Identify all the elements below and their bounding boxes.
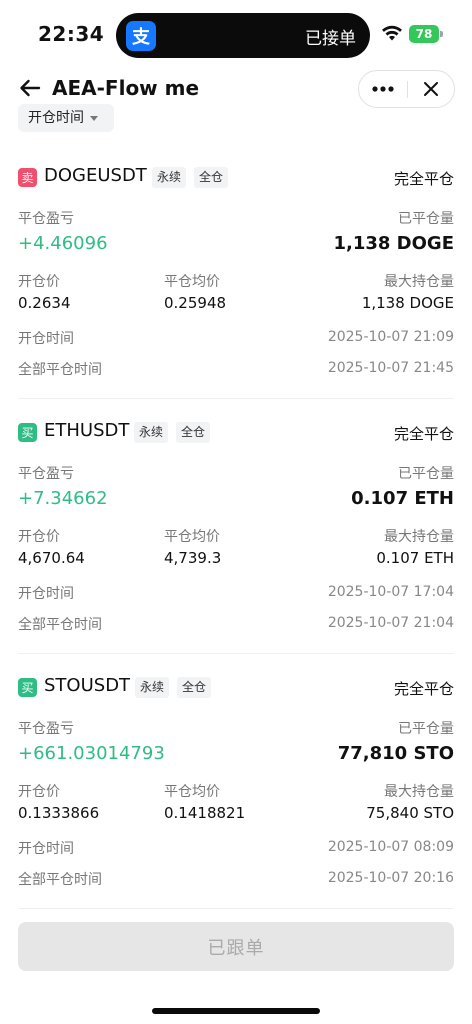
sort-filter-chip[interactable]: 开仓时间 (18, 104, 114, 132)
position-card[interactable]: 买 STOUSDT 永续 全仓 完全平仓 平仓盈亏 已平仓量 +661.0301… (18, 675, 454, 918)
wifi-icon (382, 25, 402, 41)
max-position-value: 75,840 STO (366, 804, 454, 822)
avg-close-price-label: 平仓均价 (164, 529, 220, 545)
contract-type-tag: 永续 (152, 167, 187, 188)
max-position-label: 最大持仓量 (384, 529, 454, 545)
closed-qty-label: 已平仓量 (398, 211, 454, 227)
side-badge-sell: 卖 (18, 168, 37, 187)
open-price-value: 0.2634 (18, 294, 71, 312)
position-card[interactable]: 卖 DOGEUSDT 永续 全仓 完全平仓 平仓盈亏 已平仓量 +4.46096… (18, 165, 454, 408)
closed-qty-label: 已平仓量 (398, 721, 454, 737)
open-time-value: 2025-10-07 17:04 (327, 584, 454, 600)
chevron-down-icon (90, 115, 98, 121)
status-time: 22:34 (38, 22, 105, 46)
page-title: AEA-Flow me (52, 76, 200, 100)
close-button[interactable] (408, 71, 454, 107)
back-arrow-icon[interactable] (18, 76, 42, 100)
side-badge-buy: 买 (18, 678, 37, 697)
close-icon (424, 82, 438, 96)
close-pnl-label: 平仓盈亏 (18, 466, 74, 482)
more-button[interactable] (359, 71, 407, 107)
battery-tip (440, 31, 443, 37)
closed-qty-value: 0.107 ETH (351, 488, 454, 509)
card-divider (18, 653, 454, 654)
avg-close-price-value: 0.25948 (164, 294, 227, 312)
contract-type-tag: 永续 (134, 422, 169, 443)
closed-qty-value: 1,138 DOGE (333, 233, 454, 254)
status-bar: 22:34 支 已接单 78 (0, 0, 472, 64)
followed-button[interactable]: 已跟单 (18, 922, 454, 971)
full-close-time-value: 2025-10-07 21:45 (327, 360, 454, 376)
open-price-label: 开仓价 (18, 529, 60, 545)
close-pnl-label: 平仓盈亏 (18, 721, 74, 737)
close-status: 完全平仓 (393, 170, 454, 188)
max-position-value: 1,138 DOGE (361, 294, 454, 312)
contract-type-tag: 永续 (135, 677, 170, 698)
margin-mode-tag: 全仓 (176, 422, 211, 443)
more-dots-icon (372, 86, 394, 92)
battery-indicator: 78 (409, 25, 439, 43)
alipay-icon: 支 (126, 21, 156, 51)
open-time-value: 2025-10-07 08:09 (327, 839, 454, 855)
avg-close-price-label: 平仓均价 (164, 784, 220, 800)
open-price-value: 0.1333866 (18, 804, 100, 822)
side-badge-buy: 买 (18, 423, 37, 442)
full-close-time-label: 全部平仓时间 (18, 872, 102, 888)
mini-program-capsule (358, 70, 455, 108)
full-close-time-value: 2025-10-07 21:04 (327, 615, 454, 631)
max-position-value: 0.107 ETH (376, 549, 454, 567)
symbol: STOUSDT (44, 675, 131, 696)
open-time-label: 开仓时间 (18, 841, 74, 857)
closed-qty-value: 77,810 STO (337, 743, 454, 764)
card-divider (18, 398, 454, 399)
open-time-label: 开仓时间 (18, 331, 74, 347)
full-close-time-label: 全部平仓时间 (18, 617, 102, 633)
close-pnl-value: +4.46096 (18, 233, 108, 254)
open-time-value: 2025-10-07 21:09 (327, 329, 454, 345)
open-price-value: 4,670.64 (18, 549, 85, 567)
full-close-time-label: 全部平仓时间 (18, 362, 102, 378)
close-status: 完全平仓 (393, 680, 454, 698)
closed-qty-label: 已平仓量 (398, 466, 454, 482)
avg-close-price-value: 4,739.3 (164, 549, 222, 567)
symbol: DOGEUSDT (44, 165, 147, 186)
close-pnl-value: +7.34662 (18, 488, 108, 509)
margin-mode-tag: 全仓 (177, 677, 212, 698)
position-card[interactable]: 买 ETHUSDT 永续 全仓 完全平仓 平仓盈亏 已平仓量 +7.34662 … (18, 420, 454, 663)
open-price-label: 开仓价 (18, 784, 60, 800)
open-time-label: 开仓时间 (18, 586, 74, 602)
symbol: ETHUSDT (44, 420, 130, 441)
open-price-label: 开仓价 (18, 274, 60, 290)
max-position-label: 最大持仓量 (384, 274, 454, 290)
island-status-text: 已接单 (305, 29, 356, 49)
dynamic-island[interactable]: 支 已接单 (116, 13, 370, 58)
filter-label: 开仓时间 (28, 110, 84, 126)
card-divider (18, 908, 454, 909)
home-indicator[interactable] (152, 1008, 320, 1014)
avg-close-price-value: 0.1418821 (164, 804, 246, 822)
max-position-label: 最大持仓量 (384, 784, 454, 800)
close-pnl-label: 平仓盈亏 (18, 211, 74, 227)
close-pnl-value: +661.03014793 (18, 743, 165, 764)
full-close-time-value: 2025-10-07 20:16 (327, 870, 454, 886)
avg-close-price-label: 平仓均价 (164, 274, 220, 290)
close-status: 完全平仓 (393, 425, 454, 443)
margin-mode-tag: 全仓 (194, 167, 229, 188)
